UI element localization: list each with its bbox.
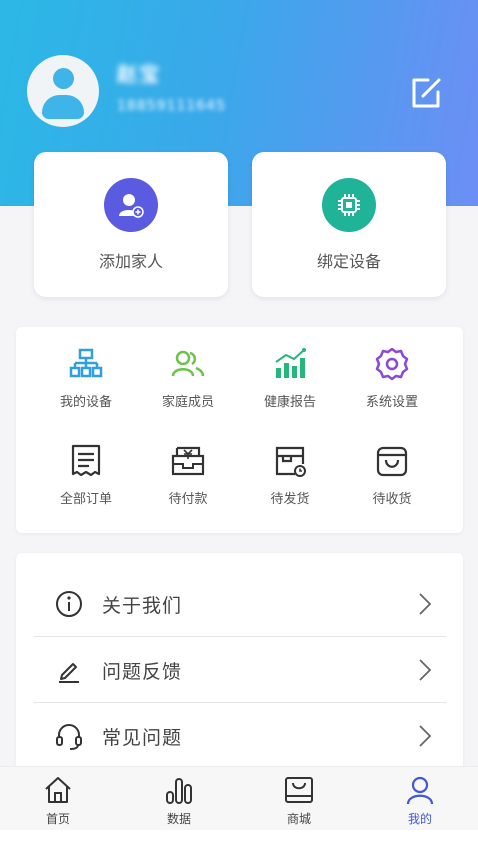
tab-label: 商城 (286, 812, 311, 826)
headset-icon (56, 724, 82, 750)
avatar[interactable] (27, 55, 99, 127)
grid-label: 全部订单 (59, 492, 112, 507)
avatar-body-icon (42, 95, 84, 119)
bottom-tab-bar: 首页 数据 商城 我的 (0, 766, 478, 830)
tab-label: 数据 (166, 812, 191, 826)
grid-item-all-orders[interactable]: 全部订单 (36, 444, 136, 524)
add-family-card[interactable]: 添加家人 (34, 152, 228, 297)
grid-label: 我的设备 (59, 395, 112, 410)
list-item-feedback[interactable]: 问题反馈 (34, 637, 446, 703)
chevron-right-icon (419, 659, 432, 681)
chevron-right-icon (419, 725, 432, 747)
add-family-label: 添加家人 (98, 252, 163, 271)
tab-label: 首页 (45, 812, 70, 826)
chip-icon (322, 178, 376, 232)
pen-icon (59, 663, 79, 683)
box-clock-icon (275, 446, 306, 477)
grid-item-family-members[interactable]: 家庭成员 (138, 347, 238, 427)
chart-icon (275, 348, 306, 378)
chevron-right-icon (419, 593, 432, 615)
tab-data[interactable]: 数据 (129, 767, 229, 831)
list-item-label: 关于我们 (102, 595, 183, 617)
home-icon (45, 777, 71, 803)
grid-label: 系统设置 (365, 395, 418, 410)
list-item-label: 问题反馈 (102, 661, 183, 683)
grid-label: 家庭成员 (161, 395, 214, 410)
grid-label: 待付款 (168, 492, 208, 507)
family-icon (171, 350, 205, 377)
grid-item-my-devices[interactable]: 我的设备 (36, 347, 136, 427)
grid-item-pending-receipt[interactable]: 待收货 (342, 444, 442, 524)
tab-mine[interactable]: 我的 (370, 767, 470, 831)
grid-label: 待发货 (270, 492, 310, 507)
grid-item-pending-shipment[interactable]: 待发货 (240, 444, 340, 524)
info-icon (56, 591, 82, 617)
edit-profile-button[interactable] (408, 74, 446, 110)
bind-device-label: 绑定设备 (316, 252, 381, 271)
list-item-faq[interactable]: 常见问题 (34, 703, 446, 769)
settings-list: 关于我们 问题反馈 常见问题 (16, 553, 463, 783)
tab-home[interactable]: 首页 (8, 767, 108, 831)
tab-shop[interactable]: 商城 (249, 767, 349, 831)
grid-item-system-settings[interactable]: 系统设置 (342, 347, 442, 427)
avatar-head-icon (53, 68, 74, 89)
list-item-label: 常见问题 (102, 727, 183, 749)
bind-device-card[interactable]: 绑定设备 (252, 152, 446, 297)
bars-icon (166, 778, 192, 804)
bag-icon (376, 446, 408, 477)
grid-item-health-report[interactable]: 健康报告 (240, 347, 340, 427)
list-item-about-us[interactable]: 关于我们 (34, 571, 446, 637)
grid-label: 待收货 (372, 492, 412, 507)
receipt-icon (71, 444, 101, 477)
wallet-icon (171, 446, 205, 476)
person-icon (406, 776, 434, 805)
user-name: 赵宝 (117, 62, 161, 86)
user-phone: 18859111645 (117, 98, 226, 114)
bottom-safe-area (0, 830, 478, 850)
shop-icon (285, 777, 313, 803)
gear-icon (375, 347, 409, 381)
grid-item-pending-payment[interactable]: 待付款 (138, 444, 238, 524)
tab-label: 我的 (407, 812, 432, 826)
function-grid: 我的设备 家庭成员 健康报告 系统设置 全部订单 待付款 待发货 待收货 (16, 327, 463, 533)
device-tree-icon (69, 348, 103, 378)
grid-label: 健康报告 (263, 395, 316, 410)
edit-icon (412, 78, 441, 108)
add-user-icon (104, 178, 158, 232)
